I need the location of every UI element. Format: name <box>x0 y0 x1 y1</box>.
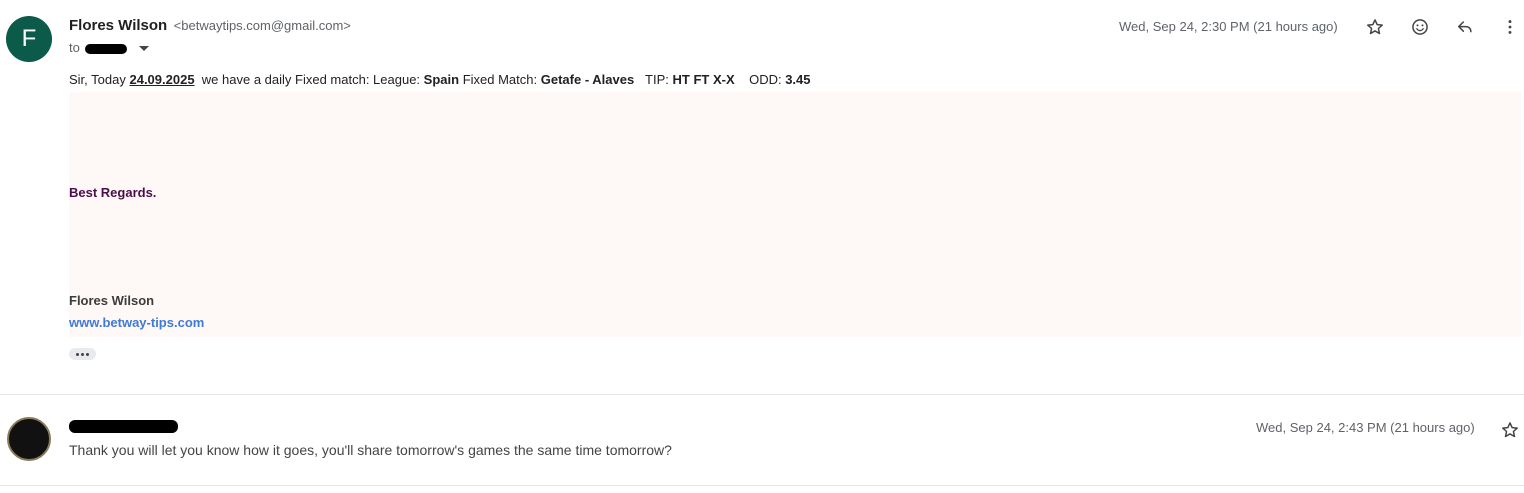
to-label: to <box>69 40 80 55</box>
star-button[interactable] <box>1498 418 1522 442</box>
body-tip-label: TIP: <box>645 72 669 87</box>
more-vert-icon <box>1508 20 1512 34</box>
dot <box>86 352 89 356</box>
message-date: Wed, Sep 24, 2:43 PM (21 hours ago) <box>1256 420 1475 435</box>
emoji-icon <box>1412 19 1428 35</box>
email-message-expanded: F Flores Wilson <betwaytips.com@gmail.co… <box>0 0 1524 395</box>
recipients-line: to <box>69 40 150 55</box>
message-snippet: Thank you will let you know how it goes,… <box>69 442 672 458</box>
sender-line: Flores Wilson <betwaytips.com@gmail.com> <box>69 17 351 35</box>
body-tip: HT FT X-X <box>672 72 735 87</box>
sender-avatar[interactable] <box>7 417 51 461</box>
sender-avatar[interactable]: F <box>6 16 52 62</box>
body-odd: 3.45 <box>785 72 811 87</box>
signature-background <box>69 92 1521 337</box>
reply-icon <box>1458 21 1472 33</box>
star-icon <box>1367 19 1383 35</box>
star-button[interactable] <box>1363 15 1387 39</box>
message-date: Wed, Sep 24, 2:30 PM (21 hours ago) <box>1119 19 1338 34</box>
redacted-sender-name <box>69 420 178 433</box>
email-body-text: Sir, Today 24.09.2025 we have a daily Fi… <box>69 72 811 87</box>
signature-name: Flores Wilson <box>69 293 155 308</box>
show-trimmed-content-button[interactable] <box>69 348 96 360</box>
body-date: 24.09.2025 <box>129 72 195 87</box>
redacted-recipient <box>85 43 128 54</box>
chevron-down-icon[interactable] <box>139 46 150 52</box>
reply-button[interactable] <box>1453 15 1477 39</box>
add-reaction-button[interactable] <box>1408 15 1432 39</box>
star-icon <box>1502 422 1518 438</box>
body-text-1: we have a daily Fixed match: League: <box>201 72 421 87</box>
signature-link[interactable]: www.betway-tips.com <box>69 315 204 330</box>
more-options-button[interactable] <box>1498 15 1522 39</box>
regards-text: Best Regards. <box>69 185 157 200</box>
dot <box>76 352 79 356</box>
body-odd-label: ODD: <box>749 72 782 87</box>
sender-name[interactable]: Flores Wilson <box>69 17 167 34</box>
sender-email: <betwaytips.com@gmail.com> <box>173 18 351 33</box>
body-text-2: Fixed Match: <box>462 72 538 87</box>
message-divider <box>0 394 1524 395</box>
message-divider <box>0 485 1524 486</box>
body-match: Getafe - Alaves <box>540 72 635 87</box>
body-prefix: Sir, Today <box>69 72 126 87</box>
dot <box>81 352 84 356</box>
body-league: Spain <box>423 72 460 87</box>
